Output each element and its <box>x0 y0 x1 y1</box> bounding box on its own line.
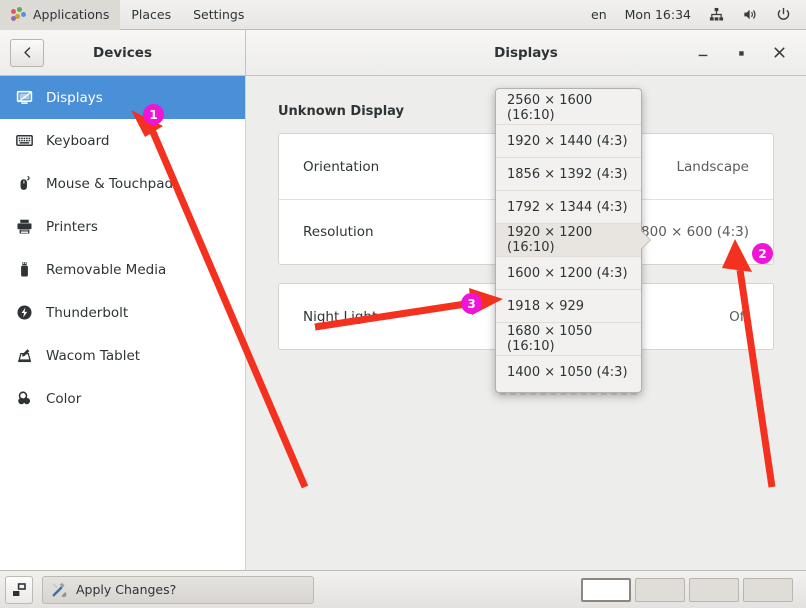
network-indicator[interactable] <box>700 0 733 30</box>
resolution-option[interactable]: 1920 × 1440 (4:3) <box>496 124 641 157</box>
resolution-option-label: 1600 × 1200 (4:3) <box>507 265 628 281</box>
resolution-option[interactable]: 1400 × 1050 (4:3) <box>496 355 641 388</box>
power-icon <box>777 7 790 20</box>
maximize-button[interactable] <box>722 34 760 72</box>
display-icon <box>16 89 42 106</box>
night-light-value: Off <box>729 308 749 325</box>
usb-drive-icon <box>16 261 42 278</box>
resolution-option-label: 2560 × 1600 (16:10) <box>507 92 593 123</box>
resolution-option[interactable]: 2560 × 1600 (16:10) <box>496 91 641 124</box>
annotation-badge-1: 1 <box>143 104 164 125</box>
resolution-value: 800 × 600 (4:3) <box>641 224 749 240</box>
sidebar: Displays Keyboard Mouse & Touchpad Print… <box>0 76 246 570</box>
show-desktop-icon <box>13 582 26 596</box>
screen: Applications Places Settings en Mon 16:3… <box>0 0 806 608</box>
resolution-dropdown-menu[interactable]: 2560 × 1600 (16:10) 1920 × 1440 (4:3) 18… <box>495 88 642 395</box>
orientation-value: Landscape <box>676 158 749 175</box>
volume-icon <box>744 9 756 20</box>
sidebar-item-label: Displays <box>46 89 103 106</box>
power-indicator[interactable] <box>767 0 800 30</box>
top-panel: Applications Places Settings en Mon 16:3… <box>0 0 806 30</box>
sidebar-item-label: Thunderbolt <box>46 304 129 321</box>
settings-menu[interactable]: Settings <box>182 0 255 30</box>
annotation-badge-3: 3 <box>461 293 482 314</box>
resolution-option[interactable]: 1600 × 1200 (4:3) <box>496 256 641 289</box>
sidebar-item-color[interactable]: Color <box>0 377 245 420</box>
clock-label: Mon 16:34 <box>624 7 691 22</box>
settings-tools-icon <box>51 581 68 598</box>
sidebar-item-label: Removable Media <box>46 261 167 278</box>
chevron-left-icon <box>23 47 30 58</box>
sidebar-item-removable-media[interactable]: Removable Media <box>0 248 245 291</box>
sidebar-item-label: Mouse & Touchpad <box>46 175 174 192</box>
sidebar-item-label: Wacom Tablet <box>46 347 141 364</box>
sidebar-item-keyboard[interactable]: Keyboard <box>0 119 245 162</box>
thunderbolt-icon <box>16 304 42 321</box>
applications-menu-label: Applications <box>33 7 110 22</box>
resolution-option-label: 1856 × 1392 (4:3) <box>507 166 628 182</box>
sidebar-item-wacom-tablet[interactable]: Wacom Tablet <box>0 334 245 377</box>
resolution-option-label: 1920 × 1200 (16:10) <box>507 225 593 255</box>
workspace-switcher <box>581 577 801 602</box>
workspace-4[interactable] <box>743 577 793 602</box>
sidebar-item-thunderbolt[interactable]: Thunderbolt <box>0 291 245 334</box>
resolution-option-label: 1680 × 1050 (16:10) <box>507 324 593 354</box>
network-icon <box>709 7 724 21</box>
sidebar-title: Devices <box>93 44 152 61</box>
volume-indicator[interactable] <box>733 0 767 30</box>
printer-icon <box>16 218 42 235</box>
resolution-option-current[interactable]: 1920 × 1200 (16:10) <box>496 223 641 256</box>
close-button[interactable] <box>760 34 798 72</box>
sidebar-item-label: Keyboard <box>46 132 110 149</box>
resolution-option[interactable]: 1792 × 1344 (4:3) <box>496 190 641 223</box>
clock[interactable]: Mon 16:34 <box>616 0 700 30</box>
panel-status-area: en Mon 16:34 <box>582 0 806 30</box>
resolution-option[interactable]: 1918 × 929 <box>496 289 641 322</box>
resolution-option-label: 1920 × 1440 (4:3) <box>507 133 628 149</box>
taskbar-window-label: Apply Changes? <box>76 582 177 597</box>
places-menu-label: Places <box>131 7 172 22</box>
resolution-option-label: 1792 × 1344 (4:3) <box>507 199 628 215</box>
window-controls <box>684 34 806 72</box>
mouse-icon <box>16 175 42 192</box>
workspace-1[interactable] <box>581 577 631 602</box>
sidebar-item-printers[interactable]: Printers <box>0 205 245 248</box>
resolution-option[interactable]: 1856 × 1392 (4:3) <box>496 157 641 190</box>
show-desktop-button[interactable] <box>5 575 33 604</box>
window-body: Displays Keyboard Mouse & Touchpad Print… <box>0 76 806 570</box>
maximize-icon <box>739 50 744 56</box>
keyboard-layout-indicator[interactable]: en <box>582 0 616 30</box>
workspace-2[interactable] <box>635 577 685 602</box>
back-button[interactable] <box>10 38 44 67</box>
keyboard-icon <box>16 132 42 149</box>
tablet-icon <box>16 347 42 364</box>
resolution-option-label: 1918 × 929 <box>507 298 585 314</box>
places-menu[interactable]: Places <box>120 0 182 30</box>
settings-window: Devices Displays Displays Keyboard Mouse… <box>0 30 806 570</box>
color-icon <box>16 390 42 407</box>
sidebar-item-label: Printers <box>46 218 98 235</box>
keyboard-layout-label: en <box>591 7 607 22</box>
close-icon <box>773 47 785 58</box>
window-header: Displays <box>246 30 806 76</box>
bottom-panel: Apply Changes? <box>0 570 806 608</box>
workspace-3[interactable] <box>689 577 739 602</box>
minimize-icon <box>698 54 708 56</box>
sidebar-header: Devices <box>0 30 246 76</box>
applications-menu[interactable]: Applications <box>0 0 121 30</box>
gnome-footprint-icon <box>11 7 26 22</box>
resolution-option-label: 1400 × 1050 (4:3) <box>507 364 628 380</box>
window-titlebar: Devices Displays <box>0 30 806 76</box>
sidebar-item-displays[interactable]: Displays <box>0 76 245 119</box>
taskbar-window-button[interactable]: Apply Changes? <box>42 575 314 604</box>
settings-menu-label: Settings <box>193 7 245 22</box>
sidebar-item-mouse-touchpad[interactable]: Mouse & Touchpad <box>0 162 245 205</box>
minimize-button[interactable] <box>684 34 722 72</box>
sidebar-item-label: Color <box>46 390 82 407</box>
resolution-option[interactable]: 1680 × 1050 (16:10) <box>496 322 641 355</box>
annotation-badge-2: 2 <box>752 243 773 264</box>
